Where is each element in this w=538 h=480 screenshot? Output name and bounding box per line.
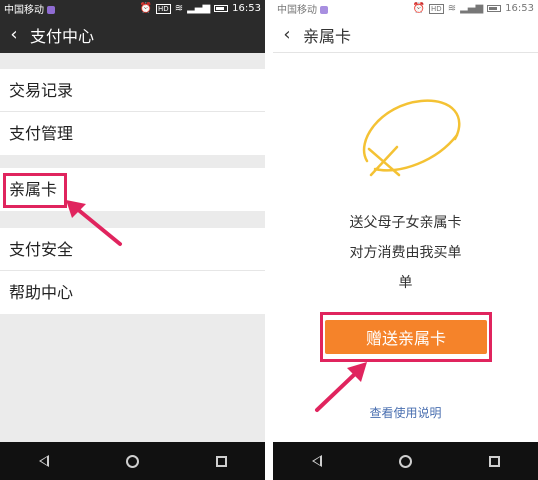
nav-back-icon[interactable] [38,455,49,467]
status-bar: 中国移动 ⏰ HD ≋ ▂▄▆ 16:53 [273,0,538,17]
menu-group-records: 交易记录 支付管理 [0,69,265,155]
menu-item-payment-management[interactable]: 支付管理 [0,112,265,155]
gift-button-highlight [320,312,492,362]
nav-recent-icon[interactable] [488,455,500,467]
clock: 16:53 [232,3,261,14]
alarm-icon: ⏰ [139,3,153,14]
page-title: 支付中心 [30,27,95,46]
navigation-bar [0,442,265,480]
pointer-arrow-icon [66,200,122,246]
page-title: 亲属卡 [303,26,352,46]
nav-recent-icon[interactable] [215,455,227,467]
nav-back-icon[interactable] [311,455,322,467]
back-arrow-icon[interactable]: ‹ [0,17,26,53]
signal-icon: ▂▄▆ [460,3,484,14]
hd-icon: HD [429,3,444,14]
family-card-highlight [3,173,67,208]
alarm-icon: ⏰ [412,3,426,14]
family-card-illustration-icon [362,99,461,177]
carrier-label: 中国移动 [4,1,140,16]
signal-icon: ▂▄▆ [187,3,211,14]
menu-group-security: 支付安全 帮助中心 [0,228,265,314]
right-phone-screen: 中国移动 ⏰ HD ≋ ▂▄▆ 16:53 ‹ 亲属卡 送父母子女亲属卡 对方消… [273,0,538,480]
wifi-icon: ≋ [174,3,184,14]
title-bar: ‹ 支付中心 [0,17,265,53]
notification-icon [320,6,328,14]
left-phone-screen: 中国移动 ⏰ HD ≋ ▂▄▆ 16:53 ‹ 支付中心 交易记录 支付管理 亲… [0,0,265,480]
battery-icon [214,5,229,12]
carrier-label: 中国移动 [277,1,413,16]
status-bar: 中国移动 ⏰ HD ≋ ▂▄▆ 16:53 [0,0,265,17]
title-bar: ‹ 亲属卡 [273,17,538,53]
menu-item-help-center[interactable]: 帮助中心 [0,271,265,314]
nav-home-icon[interactable] [398,454,412,468]
description-line-1: 送父母子女亲属卡 [349,215,462,231]
back-arrow-icon[interactable]: ‹ [273,17,299,53]
usage-guide-link[interactable]: 查看使用说明 [273,404,538,421]
wifi-icon: ≋ [447,3,457,14]
battery-icon [487,5,502,12]
menu-item-transactions[interactable]: 交易记录 [0,69,265,112]
notification-icon [47,6,55,14]
hd-icon: HD [156,3,171,14]
description-line-2: 对方消费由我买单 [349,245,462,261]
nav-home-icon[interactable] [125,454,139,468]
description-line-3: 单 [398,275,413,291]
clock: 16:53 [505,3,534,14]
menu-item-payment-security[interactable]: 支付安全 [0,228,265,271]
navigation-bar [273,442,538,480]
